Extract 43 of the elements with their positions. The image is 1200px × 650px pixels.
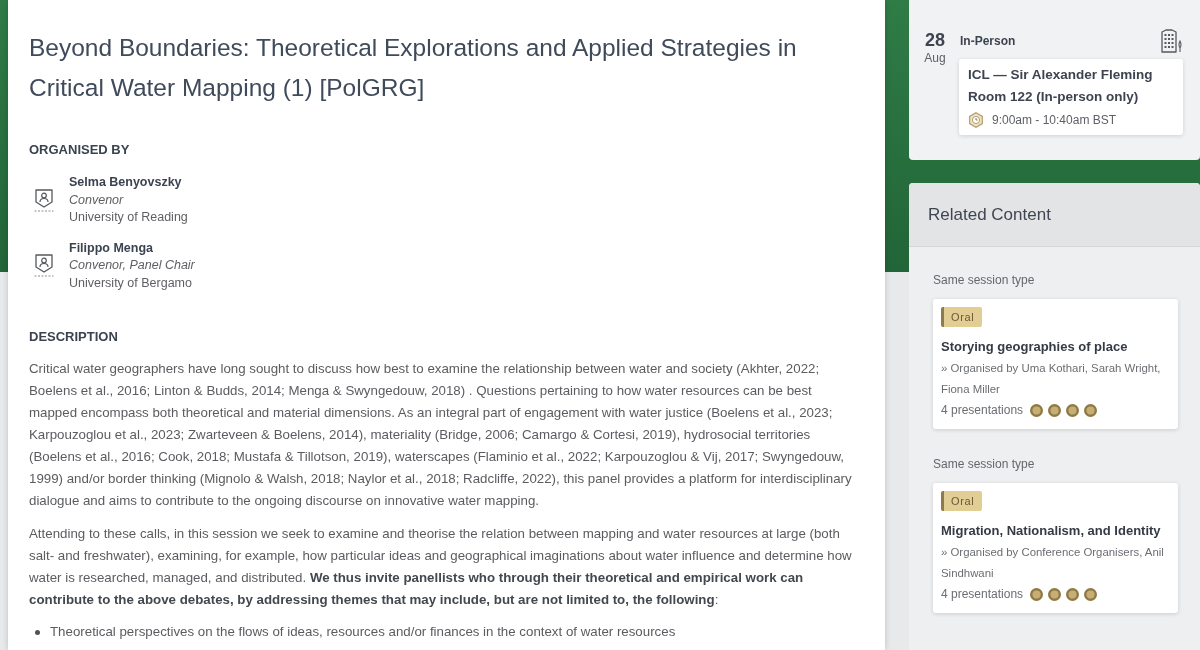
presentation-dot-icon[interactable] xyxy=(1048,403,1062,417)
organiser-name: Selma Benyovszky xyxy=(69,174,183,191)
presentation-dot-icon[interactable] xyxy=(1084,587,1098,601)
presentation-count: 4 presentations xyxy=(941,586,1024,603)
session-organisers: » Organised by Uma Kothari, Sarah Wright, Fiona Miller xyxy=(941,361,1162,397)
session-type-tag: Oral xyxy=(941,307,983,327)
group-label: Same session type xyxy=(933,272,1035,289)
organiser-role: Convenor, Panel Chair xyxy=(69,257,195,274)
description-paragraph: Attending to these calls, in this session we seek to examine and theorise the relation between mapping and water resources at large (both salt- and freshwater), examining, for example, how particular ideas and geographical imaginations about water influence and determine how water is researched, managed, and distributed. We thus invite panellists who through their theoretical and empirical work can contribute to the above debates, by addressing themes that may include, but are not limited to, the following: xyxy=(29,525,853,609)
presentation-dot-icon[interactable] xyxy=(1030,587,1044,601)
bullet-icon xyxy=(35,629,40,635)
presentation-dot-icon[interactable] xyxy=(1066,403,1080,417)
date-month: Aug xyxy=(924,51,946,65)
session-card[interactable]: Oral Migration, Nationalism, and Identity » Organised by Conference Organisers, Anil Sindhwani 4 presentations xyxy=(933,483,1178,613)
clock-icon xyxy=(968,112,984,128)
session-card-title: Migration, Nationalism, and Identity xyxy=(941,522,1161,540)
presentation-dot-icon[interactable] xyxy=(1030,403,1044,417)
building-icon xyxy=(1159,29,1183,53)
session-time: 9:00am - 10:40am BST xyxy=(992,112,1117,129)
section-heading: DESCRIPTION xyxy=(29,328,119,346)
section-heading: ORGANISED BY xyxy=(29,141,131,159)
person-badge-icon xyxy=(34,253,54,279)
attendance-mode: In-Person xyxy=(960,33,1016,50)
organiser-role: Convenor xyxy=(69,191,125,209)
presentation-count: 4 presentations xyxy=(941,402,1024,419)
description-paragraph: Critical water geographers have long sought to discuss how best to examine the relationship between water and society (Akhter, 2022; Boelens et al., 2016; Linton & Budds, 2014; Menga & Swyngedouw, 2018) . Questions pertaining to how water resources can be best mapped encompass both theoretical and material dimensions. As an integral part of engagement with water justice (Boelens et al., 2023; Karpouzoglou et al., 2023; Zwarteveen & Boelens, 2014), materiality (Bridge, 2006; Camargo & Cortesi, 2019), hydrosocial territories (Boelens et al., 2016; Cook, 2018; Mustafa & Tillotson, 2019), waterscapes (Flaminio et al., 2022; Karpouzoglou & Vij, 2017; Swyngedouw, 1999) and/or border thinking (Mignolo & Walsh, 2018; Naylor et al., 2018; Radcliffe, 2022), this panel provides a platform for interdisciplinary dialogue and aims to contribute to the ongoing discourse on innovative water mapping. xyxy=(29,360,853,510)
organiser-affiliation: University of Bergamo xyxy=(69,274,193,292)
organiser-name: Filippo Menga xyxy=(69,239,155,257)
panel-header: Related Content xyxy=(909,183,1200,247)
date-day: 28 xyxy=(925,29,945,51)
organiser-affiliation: University of Reading xyxy=(69,209,188,226)
session-card[interactable]: Oral Storying geographies of place » Organised by Uma Kothari, Sarah Wright, Fiona Miller 4 presentations xyxy=(933,299,1178,429)
session-type-tag: Oral xyxy=(941,491,983,511)
theme-item: Theoretical perspectives on the flows of ideas, resources and/or finances in the context of water resources xyxy=(50,623,676,641)
presentation-dot-icon[interactable] xyxy=(1084,403,1098,417)
presentation-dot-icon[interactable] xyxy=(1066,587,1080,601)
session-title: Beyond Boundaries: Theoretical Explorations and Applied Strategies in Critical Water Mapping (1) [PolGRG] xyxy=(29,33,798,103)
person-badge-icon xyxy=(34,187,54,213)
session-organisers: » Organised by Conference Organisers, Anil Sindhwani xyxy=(941,545,1165,581)
presentation-dot-icon[interactable] xyxy=(1048,587,1062,601)
session-card-title: Storying geographies of place xyxy=(941,338,1128,356)
group-label: Same session type xyxy=(933,456,1035,473)
venue-name: ICL — Sir Alexander Fleming Room 122 (In-person only) xyxy=(968,66,1154,106)
